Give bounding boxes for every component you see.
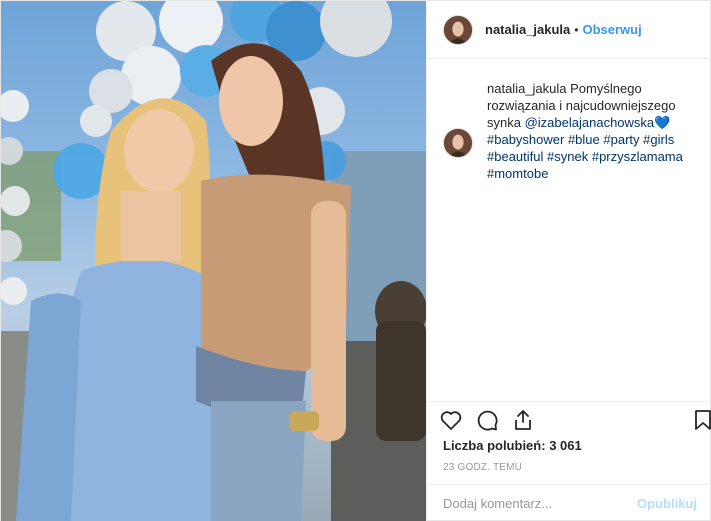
post-side-panel: natalia_jakula • Obserwuj natalia_jakula… (426, 1, 711, 521)
comment-bar: Opublikuj (427, 484, 711, 521)
hashtag-link[interactable]: #synek (547, 149, 588, 164)
instagram-post: natalia_jakula • Obserwuj natalia_jakula… (0, 0, 711, 521)
caption-username[interactable]: natalia_jakula (487, 81, 567, 96)
post-header: natalia_jakula • Obserwuj (427, 1, 711, 59)
comment-icon[interactable] (475, 408, 501, 434)
post-photo[interactable] (1, 1, 426, 521)
mention-link[interactable]: @izabelajanachowska (525, 115, 655, 130)
header-separator: • (574, 22, 579, 37)
header-username[interactable]: natalia_jakula (485, 22, 570, 37)
publish-button[interactable]: Opublikuj (637, 496, 697, 511)
hashtag-link[interactable]: #party (603, 132, 639, 147)
likes-number: 3 061 (549, 438, 582, 453)
photo-illustration (1, 1, 426, 521)
bookmark-icon[interactable] (691, 408, 711, 434)
avatar[interactable] (443, 14, 473, 45)
share-icon[interactable] (511, 408, 537, 434)
hashtag-link[interactable]: #girls (643, 132, 674, 147)
follow-button[interactable]: Obserwuj (582, 22, 641, 37)
blue-heart-emoji: 💙 (654, 115, 671, 130)
caption-area: natalia_jakula Pomyślnego rozwiązania i … (427, 60, 711, 400)
caption-avatar[interactable] (443, 128, 473, 158)
likes-count[interactable]: Liczba polubień: 3 061 (443, 438, 582, 453)
avatar-image (444, 15, 472, 44)
hashtag-link[interactable]: #przyszlamama (592, 149, 683, 164)
likes-label: Liczba polubień: (443, 438, 546, 453)
heart-icon[interactable] (439, 408, 465, 434)
action-bar (427, 401, 711, 441)
caption-text: natalia_jakula Pomyślnego rozwiązania i … (487, 80, 697, 400)
comment-input[interactable] (443, 496, 638, 511)
avatar-image (444, 129, 472, 157)
hashtag-link[interactable]: #babyshower (487, 132, 564, 147)
hashtag-link[interactable]: #beautiful (487, 149, 543, 164)
post-timestamp[interactable]: 23 GODZ. TEMU (443, 462, 522, 473)
hashtag-link[interactable]: #blue (568, 132, 600, 147)
hashtag-link[interactable]: #momtobe (487, 166, 548, 181)
